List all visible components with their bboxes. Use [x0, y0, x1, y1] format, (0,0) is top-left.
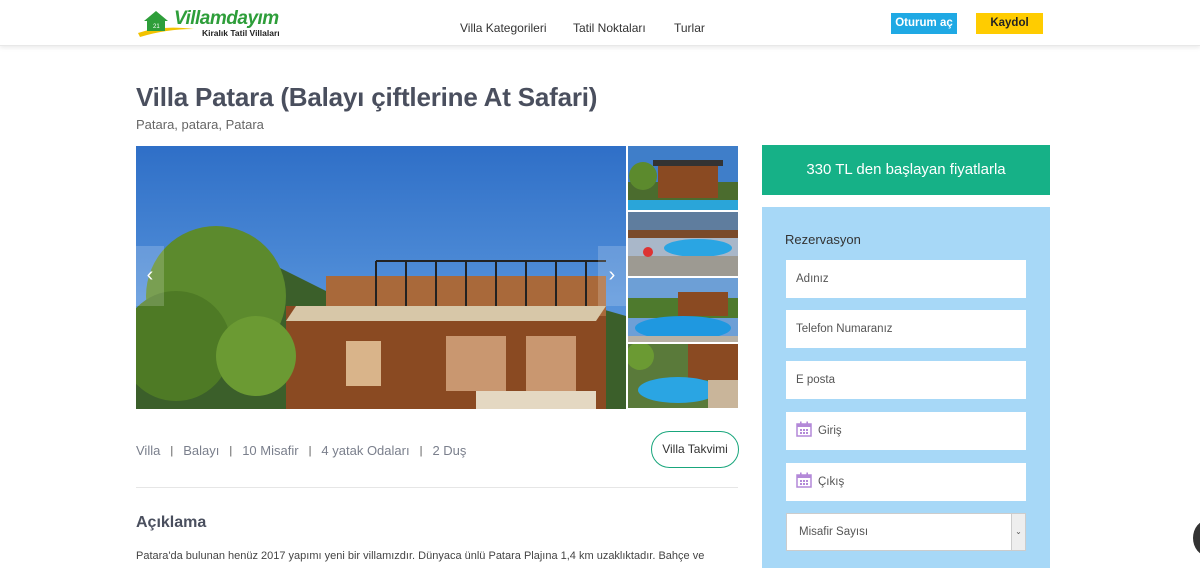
- villa-calendar-button[interactable]: Villa Takvimi: [651, 431, 739, 468]
- name-input[interactable]: Adınız: [786, 260, 1026, 298]
- site-header: 21 Villamdayım Kiralık Tatil Villaları V…: [0, 0, 1200, 46]
- villa-photo-image: [136, 146, 626, 409]
- site-logo[interactable]: 21 Villamdayım Kiralık Tatil Villaları: [136, 7, 288, 39]
- feature-separator: |: [419, 444, 423, 457]
- checkout-date-input[interactable]: Çıkış: [786, 463, 1026, 501]
- feature-guests: 10 Misafir: [242, 443, 299, 458]
- feature-bedrooms: 4 yatak Odaları: [321, 443, 410, 458]
- email-input[interactable]: E posta: [786, 361, 1026, 399]
- feature-separator: |: [170, 444, 174, 457]
- gallery-prev-button[interactable]: ‹: [136, 246, 164, 306]
- feature-separator: |: [229, 444, 233, 457]
- checkin-date-input[interactable]: Giriş: [786, 412, 1026, 450]
- reservation-title: Rezervasyon: [785, 232, 861, 247]
- main-photo[interactable]: ‹ ›: [136, 146, 626, 409]
- villa-features: Villa | Balayı | 10 Misafir | 4 yatak Od…: [136, 443, 466, 458]
- nav-villa-categories[interactable]: Villa Kategorileri: [460, 21, 547, 35]
- guest-count-value: Misafir Sayısı: [799, 526, 869, 538]
- description-text: Patara'da bulunan henüz 2017 yapımı yeni…: [136, 550, 705, 562]
- calendar-icon: [796, 421, 812, 438]
- price-banner: 330 TL den başlayan fiyatlarla: [762, 145, 1050, 195]
- guest-count-select[interactable]: Misafir Sayısı ⌄: [786, 513, 1026, 551]
- logo-name: Villamdayım: [174, 8, 279, 29]
- feature-type: Villa: [136, 443, 161, 458]
- feature-category: Balayı: [183, 443, 220, 458]
- description-title: Açıklama: [136, 514, 207, 531]
- feature-separator: |: [308, 444, 312, 457]
- signup-button[interactable]: Kaydol: [976, 13, 1043, 34]
- login-button[interactable]: Oturum aç: [891, 13, 957, 34]
- thumbnail-image: [628, 146, 738, 210]
- logo-tagline: Kiralık Tatil Villaları: [202, 28, 280, 38]
- villa-location: Patara, patara, Patara: [136, 117, 264, 132]
- villa-title: Villa Patara (Balayı çiftlerine At Safar…: [136, 82, 598, 112]
- checkout-placeholder: Çıkış: [818, 476, 845, 488]
- gallery-thumbnail[interactable]: [628, 278, 738, 342]
- phone-input[interactable]: Telefon Numaranız: [786, 310, 1026, 348]
- nav-tours[interactable]: Turlar: [674, 21, 705, 35]
- calendar-icon: [796, 472, 812, 489]
- gallery-thumbnail[interactable]: [628, 344, 738, 408]
- feature-showers: 2 Duş: [432, 443, 467, 458]
- gallery-thumbnail[interactable]: [628, 146, 738, 210]
- chat-widget-button[interactable]: [1193, 520, 1200, 556]
- nav-holiday-destinations[interactable]: Tatil Noktaları: [573, 21, 646, 35]
- gallery-next-button[interactable]: ›: [598, 246, 626, 306]
- chevron-down-icon[interactable]: ⌄: [1011, 514, 1025, 550]
- thumbnail-image: [628, 212, 738, 276]
- thumbnail-image: [628, 344, 738, 408]
- svg-text:21: 21: [153, 24, 160, 30]
- section-divider: [136, 487, 738, 488]
- thumbnail-image: [628, 278, 738, 342]
- gallery-thumbnail[interactable]: [628, 212, 738, 276]
- checkin-placeholder: Giriş: [818, 425, 842, 437]
